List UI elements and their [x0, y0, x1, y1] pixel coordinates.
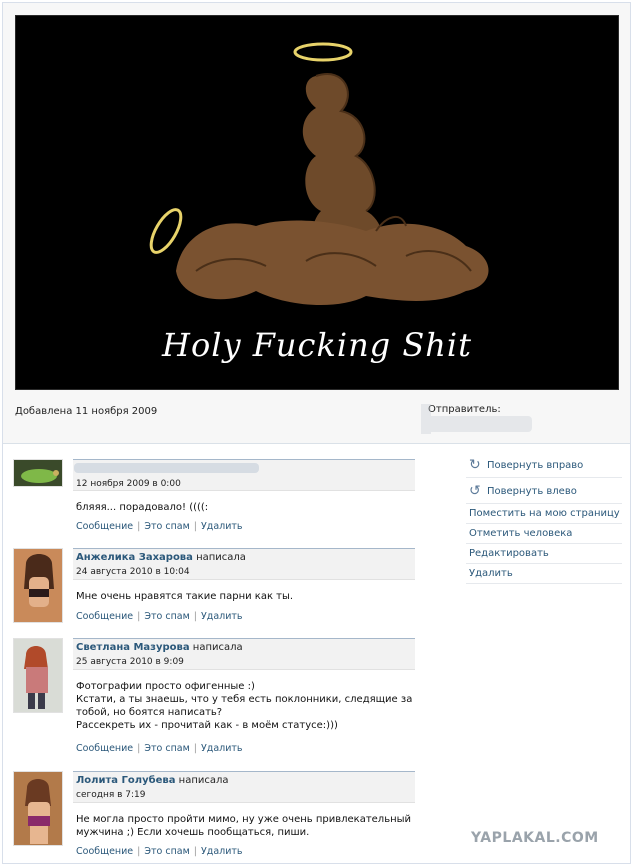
comment-text: Фотографии просто офигенные :) Кстати, а…	[76, 681, 413, 731]
message-link[interactable]: Сообщение	[76, 743, 133, 754]
photo-image[interactable]: Holy Fucking Shit	[15, 15, 619, 390]
comment-item: Светлана Мазурова написала 25 августа 20…	[13, 638, 415, 758]
comment-actions: Сообщение | Это спам | Удалить	[76, 521, 243, 532]
comment-header: Лолита Голубева написала сегодня в 7:19	[73, 771, 415, 803]
comment-header: Светлана Мазурова написала 25 августа 20…	[73, 638, 415, 670]
comment-text: Мне очень нравятся такие парни как ты.	[76, 591, 294, 602]
spam-link[interactable]: Это спам	[144, 846, 189, 857]
delete-link[interactable]: Удалить	[201, 846, 243, 857]
comment-item: 12 ноября 2009 в 0:00 бляяя... порадовал…	[13, 459, 415, 539]
comment-text: Не могла просто пройти мимо, ну уже очен…	[76, 814, 412, 838]
comment-header: 12 ноября 2009 в 0:00	[73, 459, 415, 491]
comment-date: 24 августа 2010 в 10:04	[76, 567, 190, 577]
avatar[interactable]	[13, 548, 63, 623]
comment-actions: Сообщение | Это спам | Удалить	[76, 743, 243, 754]
comment-item: Лолита Голубева написала сегодня в 7:19 …	[13, 771, 415, 861]
author-link[interactable]: Анжелика Захарова	[76, 552, 193, 563]
spam-link[interactable]: Это спам	[144, 611, 189, 622]
delete-link[interactable]: Удалить	[201, 521, 243, 532]
wrote-label: написала	[178, 775, 229, 786]
comment-date: 12 ноября 2009 в 0:00	[76, 479, 181, 489]
author-name-blurred	[74, 463, 259, 473]
comment-actions: Сообщение | Это спам | Удалить	[76, 846, 243, 857]
photo-area: Holy Fucking Shit Добавлена 11 ноября 20…	[3, 3, 630, 443]
avatar[interactable]	[13, 459, 63, 487]
delete-link[interactable]: Удалить	[201, 743, 243, 754]
comment-date: сегодня в 7:19	[76, 790, 146, 800]
rotate-right-icon: ↻	[469, 457, 481, 473]
photo-view-page: Holy Fucking Shit Добавлена 11 ноября 20…	[2, 2, 631, 864]
comment-actions: Сообщение | Это спам | Удалить	[76, 611, 243, 622]
rotate-left-icon: ↺	[469, 483, 481, 499]
author-link[interactable]: Светлана Мазурова	[76, 642, 190, 653]
author-link[interactable]: Лолита Голубева	[76, 775, 175, 786]
comment-text: бляяя... порадовало! ((((:	[76, 502, 209, 513]
comment-header: Анжелика Захарова написала 24 августа 20…	[73, 548, 415, 580]
divider	[3, 443, 630, 444]
spam-link[interactable]: Это спам	[144, 743, 189, 754]
wrote-label: написала	[196, 552, 246, 563]
avatar[interactable]	[13, 771, 63, 846]
put-on-page-link[interactable]: Поместить на мою страницу	[466, 504, 622, 524]
delete-link[interactable]: Удалить	[201, 611, 243, 622]
photo-actions-menu: ↻ Повернуть вправо ↺ Повернуть влево Помес…	[466, 452, 622, 584]
message-link[interactable]: Сообщение	[76, 521, 133, 532]
added-date: Добавлена 11 ноября 2009	[15, 406, 158, 417]
watermark: YAPLAKAL.COM	[471, 830, 599, 846]
wrote-label: написала	[192, 642, 243, 653]
delete-photo-link[interactable]: Удалить	[466, 564, 622, 584]
spam-link[interactable]: Это спам	[144, 521, 189, 532]
tag-person-link[interactable]: Отметить человека	[466, 524, 622, 544]
rotate-right-button[interactable]: ↻ Повернуть вправо	[466, 452, 622, 478]
edit-link[interactable]: Редактировать	[466, 544, 622, 564]
sender-name-blurred	[421, 404, 532, 434]
photo-caption: Holy Fucking Shit	[162, 326, 472, 364]
message-link[interactable]: Сообщение	[76, 611, 133, 622]
message-link[interactable]: Сообщение	[76, 846, 133, 857]
rotate-left-button[interactable]: ↺ Повернуть влево	[466, 478, 622, 504]
comment-item: Анжелика Захарова написала 24 августа 20…	[13, 548, 415, 628]
comment-date: 25 августа 2010 в 9:09	[76, 657, 184, 667]
avatar[interactable]	[13, 638, 63, 713]
